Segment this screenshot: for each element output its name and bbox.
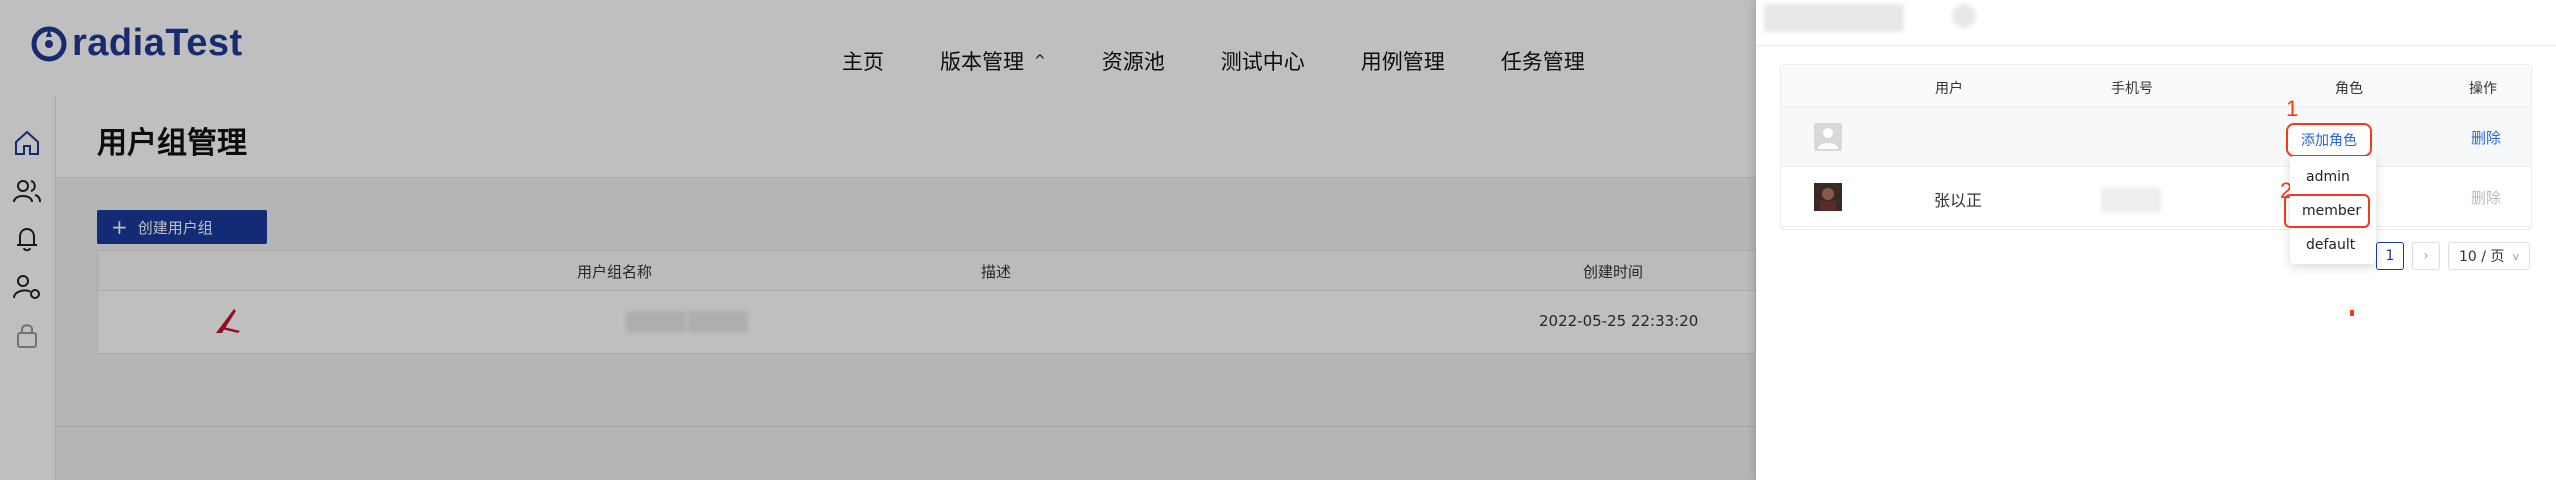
next-page-icon[interactable]: › xyxy=(2412,242,2440,270)
phone-redacted xyxy=(2101,187,2161,213)
column-header-role: 角色 xyxy=(2335,81,2363,97)
user-drawer: 用户 手机号 角色 操作 删除 张以正 删除 1 添加角色 2 admin me… xyxy=(1756,0,2556,480)
pagination: 1 › 10 / 页 v xyxy=(2376,242,2530,270)
user-avatar xyxy=(1814,183,1842,211)
delete-link[interactable]: 删除 xyxy=(2471,187,2501,208)
member-table: 用户 手机号 角色 操作 删除 张以正 删除 xyxy=(1780,64,2532,230)
role-dropdown-menu: admin member default xyxy=(2284,156,2376,264)
table-header: 用户 手机号 角色 操作 xyxy=(1781,65,2531,107)
column-header-phone: 手机号 xyxy=(2111,81,2153,97)
page-button-current[interactable]: 1 xyxy=(2376,242,2404,270)
page-size-label: 10 / 页 xyxy=(2459,249,2505,265)
column-header-action: 操作 xyxy=(2469,81,2497,97)
role-option-default[interactable]: default xyxy=(2290,228,2376,262)
drawer-title-redacted xyxy=(1764,4,1904,32)
drawer-avatar-redacted xyxy=(1952,4,1976,28)
drawer-header xyxy=(1756,0,2556,46)
annotation-mark xyxy=(2350,310,2354,316)
role-option-admin[interactable]: admin xyxy=(2290,160,2376,194)
page-size-select[interactable]: 10 / 页 v xyxy=(2448,242,2530,270)
table-row[interactable]: 张以正 删除 xyxy=(1781,167,2531,227)
modal-overlay[interactable] xyxy=(0,0,1756,480)
delete-link[interactable]: 删除 xyxy=(2471,127,2501,148)
column-header-user: 用户 xyxy=(1935,81,1963,97)
annotation-step-1: 1 xyxy=(2286,96,2299,121)
default-avatar-icon xyxy=(1814,123,1842,151)
table-row[interactable]: 删除 xyxy=(1781,107,2531,167)
chevron-down-icon: v xyxy=(2512,249,2519,263)
user-name-cell: 张以正 xyxy=(1934,191,1983,210)
role-option-member[interactable]: member xyxy=(2284,194,2370,228)
add-role-button[interactable]: 添加角色 xyxy=(2286,123,2372,157)
